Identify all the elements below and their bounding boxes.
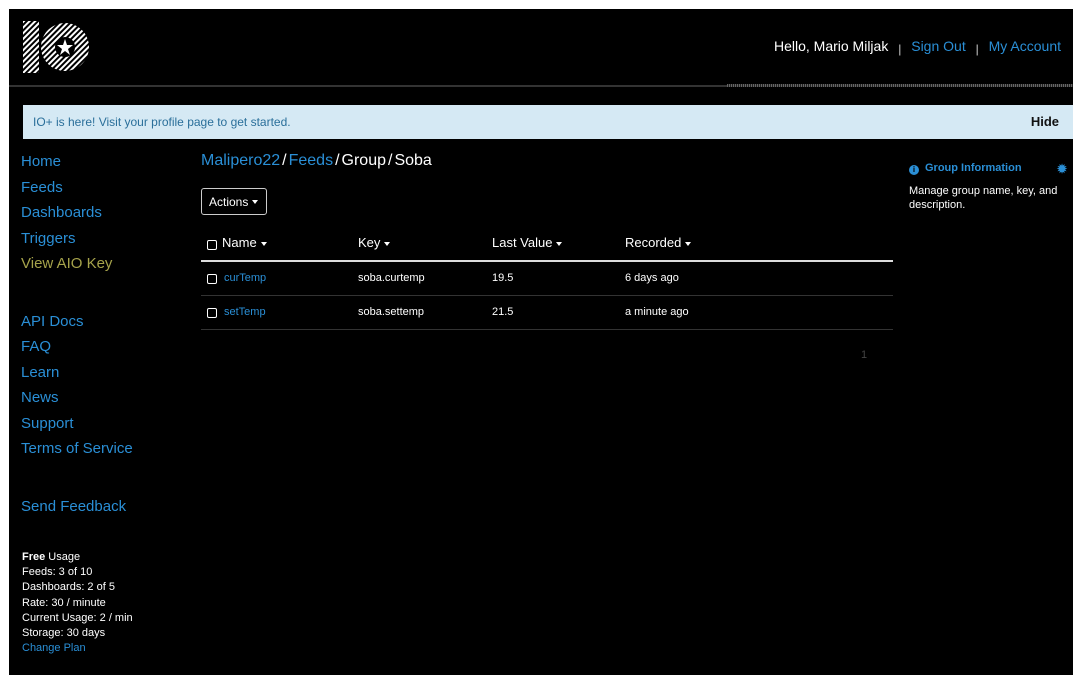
row-checkbox[interactable] <box>207 274 217 284</box>
banner-text: IO+ is here! Visit your profile page to … <box>33 115 291 129</box>
breadcrumb-separator: / <box>388 152 393 169</box>
nav-support[interactable]: Support <box>21 411 191 437</box>
nav-send-feedback[interactable]: Send Feedback <box>21 494 191 520</box>
sort-caret-icon <box>384 241 391 246</box>
feeds-table: Name Key Last Value Recorded curTemp sob… <box>201 229 893 330</box>
table-header: Name Key Last Value Recorded <box>201 229 893 262</box>
table-row: setTemp soba.settemp 21.5 a minute ago <box>201 296 893 330</box>
feed-name-cell: setTemp <box>224 306 266 318</box>
feed-key-cell: soba.curtemp <box>358 272 425 284</box>
nav-feeds[interactable]: Feeds <box>21 175 191 201</box>
usage-title: Free Usage <box>22 550 133 565</box>
breadcrumb-user[interactable]: Malipero22 <box>201 152 280 169</box>
col-last-value-header[interactable]: Last Value <box>492 235 563 250</box>
feed-name-cell: curTemp <box>224 272 266 284</box>
header: Hello, Mario Miljak | Sign Out | My Acco… <box>9 9 1073 85</box>
feed-name-link[interactable]: setTemp <box>224 306 266 318</box>
profile-page-link[interactable]: profile page <box>151 115 214 129</box>
feed-key-cell: soba.settemp <box>358 306 425 318</box>
breadcrumb: Malipero22/Feeds / Group / Soba <box>201 152 432 170</box>
feed-value-cell: 21.5 <box>492 306 514 318</box>
group-info-description: Manage group name, key, and description. <box>909 185 1058 211</box>
gear-icon[interactable]: ✹ <box>1057 162 1067 176</box>
group-info-header: i Group Information ✹ <box>909 162 1069 178</box>
hide-banner-button[interactable]: Hide <box>1031 114 1059 129</box>
feed-recorded-cell: 6 days ago <box>625 272 679 284</box>
sort-caret-icon <box>685 241 692 246</box>
separator: | <box>975 42 979 56</box>
change-plan-link[interactable]: Change Plan <box>22 641 133 656</box>
feed-value-cell: 19.5 <box>492 272 514 284</box>
breadcrumb-separator: / <box>335 152 340 169</box>
page: Hello, Mario Miljak | Sign Out | My Acco… <box>9 9 1073 675</box>
usage-label: Usage <box>45 551 81 563</box>
banner-text-prefix: IO+ is here! Visit your <box>33 115 152 129</box>
greeting: Hello, Mario Miljak <box>773 38 889 54</box>
announcement-banner: IO+ is here! Visit your profile page to … <box>23 105 1073 139</box>
nav-home[interactable]: Home <box>21 149 191 175</box>
account-links: Hello, Mario Miljak | Sign Out | My Acco… <box>773 38 1061 56</box>
col-recorded-header[interactable]: Recorded <box>625 235 692 250</box>
nav-api-docs[interactable]: API Docs <box>21 309 191 335</box>
feed-recorded-cell: a minute ago <box>625 306 689 318</box>
sign-out-link[interactable]: Sign Out <box>911 38 965 54</box>
breadcrumb-current: Soba <box>394 152 432 169</box>
col-key-label: Key <box>358 235 381 250</box>
caret-down-icon <box>252 200 259 205</box>
breadcrumb-feeds[interactable]: Feeds <box>289 152 333 169</box>
nav-terms-of-service[interactable]: Terms of Service <box>21 436 191 462</box>
usage-summary: Free Usage Feeds: 3 of 10 Dashboards: 2 … <box>22 550 133 656</box>
actions-label: Actions <box>209 194 249 209</box>
col-last-value-label: Last Value <box>492 235 553 250</box>
usage-dashboards: Dashboards: 2 of 5 <box>22 581 115 594</box>
feed-name-link[interactable]: curTemp <box>224 272 266 284</box>
info-icon: i <box>909 165 919 175</box>
my-account-link[interactable]: My Account <box>989 38 1061 54</box>
breadcrumb-group: Group <box>341 152 386 169</box>
group-info-title: Group Information <box>925 162 1022 174</box>
sidebar-nav: Home Feeds Dashboards Triggers View AIO … <box>21 149 191 519</box>
usage-current: Current Usage: 2 / min <box>22 611 133 624</box>
adafruit-io-logo[interactable] <box>21 17 89 77</box>
col-name-header[interactable]: Name <box>222 235 267 250</box>
table-row: curTemp soba.curtemp 19.5 6 days ago <box>201 262 893 296</box>
col-name-label: Name <box>222 235 257 250</box>
usage-storage: Storage: 30 days <box>22 627 106 640</box>
banner-text-suffix: to get started. <box>213 115 291 129</box>
pagination-page[interactable]: 1 <box>861 349 867 361</box>
plan-name: Free <box>22 551 46 563</box>
nav-faq[interactable]: FAQ <box>21 334 191 360</box>
actions-dropdown-button[interactable]: Actions <box>201 188 267 215</box>
col-key-header[interactable]: Key <box>358 235 391 250</box>
select-all-checkbox[interactable] <box>207 240 217 250</box>
col-recorded-label: Recorded <box>625 235 682 250</box>
usage-rate: Rate: 30 / minute <box>22 596 106 609</box>
separator: | <box>898 42 902 56</box>
group-info-panel: i Group Information ✹ Manage group name, … <box>909 162 1069 212</box>
breadcrumb-separator: / <box>282 152 287 169</box>
nav-view-aio-key[interactable]: View AIO Key <box>21 251 191 277</box>
nav-learn[interactable]: Learn <box>21 360 191 386</box>
nav-triggers[interactable]: Triggers <box>21 226 191 252</box>
row-checkbox[interactable] <box>207 308 217 318</box>
sort-caret-icon <box>260 241 267 246</box>
nav-news[interactable]: News <box>21 385 191 411</box>
header-divider-accent <box>727 84 1073 87</box>
sort-caret-icon <box>556 241 563 246</box>
nav-dashboards[interactable]: Dashboards <box>21 200 191 226</box>
usage-feeds: Feeds: 3 of 10 <box>22 566 93 579</box>
